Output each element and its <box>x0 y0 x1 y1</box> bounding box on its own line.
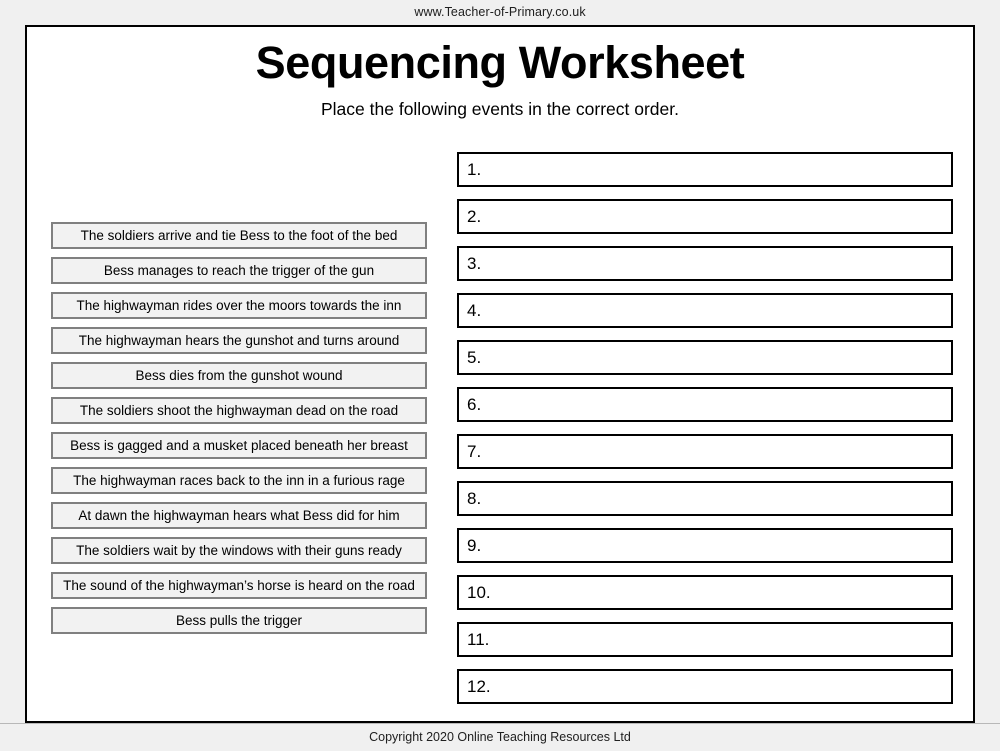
event-item[interactable]: The soldiers arrive and tie Bess to the … <box>51 222 427 249</box>
event-item[interactable]: Bess is gagged and a musket placed benea… <box>51 432 427 459</box>
event-item[interactable]: The highwayman rides over the moors towa… <box>51 292 427 319</box>
event-item[interactable]: The highwayman hears the gunshot and tur… <box>51 327 427 354</box>
worksheet-page: www.Teacher-of-Primary.co.uk Sequencing … <box>0 0 1000 750</box>
answer-number: 4. <box>467 301 482 320</box>
answer-number: 12. <box>467 677 491 696</box>
answer-slot[interactable]: 2. <box>457 199 953 234</box>
answer-slot[interactable]: 6. <box>457 387 953 422</box>
answer-slot[interactable]: 9. <box>457 528 953 563</box>
answer-slot[interactable]: 8. <box>457 481 953 516</box>
answer-number: 11. <box>467 630 490 649</box>
event-item[interactable]: Bess manages to reach the trigger of the… <box>51 257 427 284</box>
answer-number: 9. <box>467 536 482 555</box>
answer-number: 2. <box>467 207 482 226</box>
answer-number: 3. <box>467 254 482 273</box>
answer-slot[interactable]: 3. <box>457 246 953 281</box>
copyright-footer: Copyright 2020 Online Teaching Resources… <box>0 723 1000 750</box>
answer-slot[interactable]: 11. <box>457 622 953 657</box>
answer-slot[interactable]: 7. <box>457 434 953 469</box>
answer-slot[interactable]: 4. <box>457 293 953 328</box>
answer-slot[interactable]: 10. <box>457 575 953 610</box>
answers-column: 1. 2. 3. 4. 5. 6. 7. 8. 9. 10. 11. 12. <box>457 152 953 716</box>
event-item[interactable]: At dawn the highwayman hears what Bess d… <box>51 502 427 529</box>
event-item[interactable]: The sound of the highwayman’s horse is h… <box>51 572 427 599</box>
worksheet-sheet: Sequencing Worksheet Place the following… <box>25 25 975 723</box>
answer-slot[interactable]: 12. <box>457 669 953 704</box>
event-item[interactable]: Bess pulls the trigger <box>51 607 427 634</box>
events-column: The soldiers arrive and tie Bess to the … <box>51 222 427 642</box>
answer-number: 10. <box>467 583 491 602</box>
answer-number: 5. <box>467 348 482 367</box>
event-item[interactable]: The soldiers wait by the windows with th… <box>51 537 427 564</box>
answer-slot[interactable]: 1. <box>457 152 953 187</box>
answer-number: 1. <box>467 160 482 179</box>
answer-number: 8. <box>467 489 482 508</box>
worksheet-body: The soldiers arrive and tie Bess to the … <box>27 27 973 721</box>
answer-slot[interactable]: 5. <box>457 340 953 375</box>
event-item[interactable]: The highwayman races back to the inn in … <box>51 467 427 494</box>
event-item[interactable]: Bess dies from the gunshot wound <box>51 362 427 389</box>
site-url-header: www.Teacher-of-Primary.co.uk <box>414 5 586 19</box>
event-item[interactable]: The soldiers shoot the highwayman dead o… <box>51 397 427 424</box>
answer-number: 6. <box>467 395 482 414</box>
answer-number: 7. <box>467 442 482 461</box>
